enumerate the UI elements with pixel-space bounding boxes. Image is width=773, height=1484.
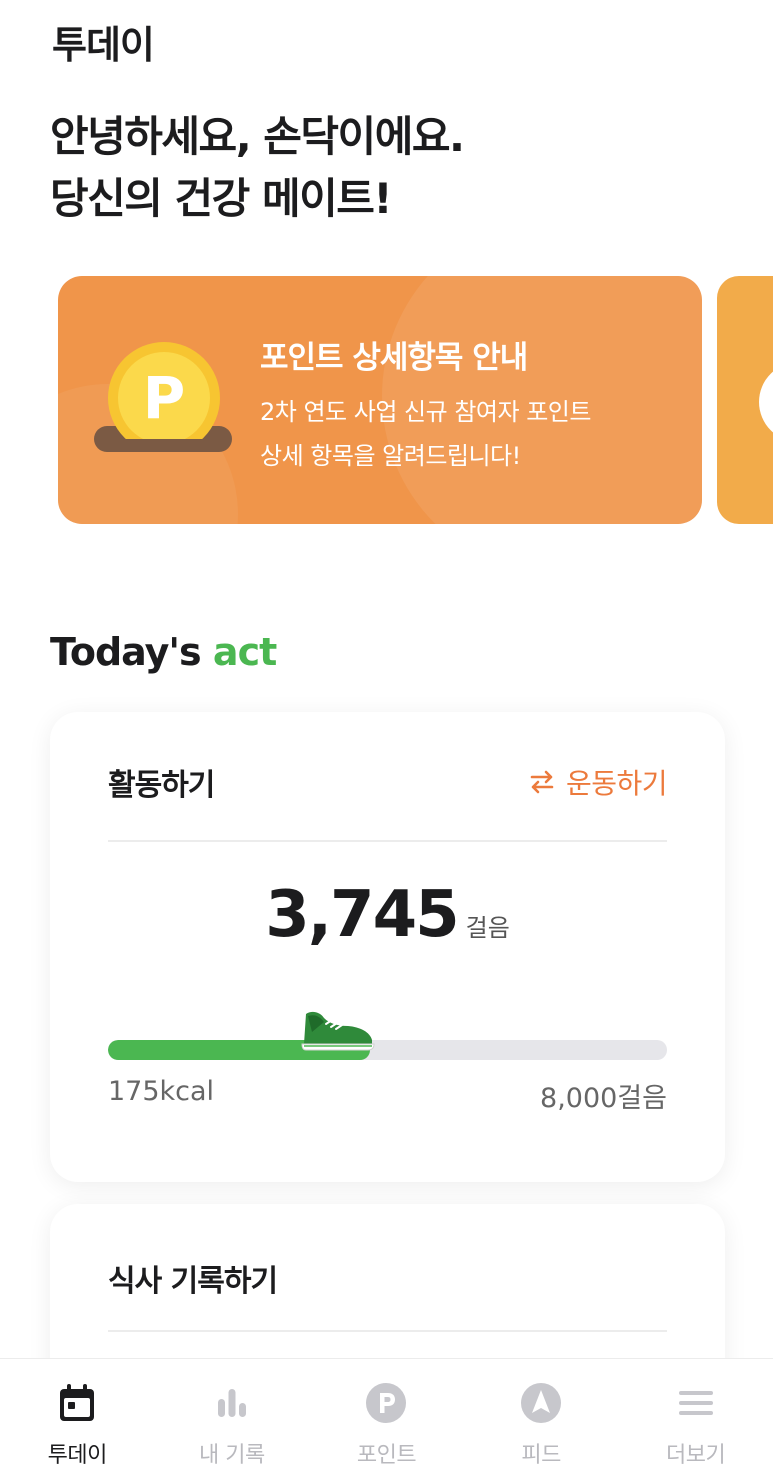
section-title-accent: act <box>212 630 277 674</box>
section-title-main: Today's <box>50 630 202 674</box>
step-count: 3,745 <box>265 878 459 952</box>
banner-desc-line-2: 상세 항목을 알려드립니다! <box>260 442 521 470</box>
activity-title: 활동하기 <box>108 768 215 803</box>
section-title: Today's act <box>50 630 277 674</box>
step-unit: 걸음 <box>465 914 510 942</box>
step-count-row: 3,745 걸음 <box>50 878 725 952</box>
compass-icon <box>521 1383 562 1423</box>
bottom-navigation: 투데이 내 기록 포인트 피드 더보기 <box>0 1358 773 1484</box>
calories-burned: 175kcal <box>108 1076 215 1107</box>
nav-label: 투데이 <box>47 1443 108 1468</box>
activity-card[interactable]: 활동하기 운동하기 3,745 걸음 175kcal 8,000걸음 <box>50 712 725 1182</box>
greeting-line-1: 안녕하세요, 손닥이에요. <box>50 112 465 161</box>
nav-item-my-records[interactable]: 내 기록 <box>155 1359 310 1484</box>
nav-item-points[interactable]: 포인트 <box>309 1359 464 1484</box>
next-banner-peek[interactable] <box>717 276 773 524</box>
greeting: 안녕하세요, 손닥이에요. 당신의 건강 메이트! <box>50 106 465 230</box>
sneaker-icon <box>301 1011 375 1051</box>
divider <box>108 1330 667 1332</box>
nav-item-more[interactable]: 더보기 <box>618 1359 773 1484</box>
banner-title: 포인트 상세항목 안내 <box>260 340 528 376</box>
point-guide-banner[interactable]: P 포인트 상세항목 안내 2차 연도 사업 신규 참여자 포인트 상세 항목을… <box>58 276 702 524</box>
switch-label: 운동하기 <box>565 767 668 800</box>
nav-item-feed[interactable]: 피드 <box>464 1359 619 1484</box>
next-banner-icon <box>759 362 773 442</box>
step-goal: 8,000걸음 <box>540 1083 667 1114</box>
today-screen: 투데이 안녕하세요, 손닥이에요. 당신의 건강 메이트! P 포인트 상세항목… <box>0 0 773 1484</box>
nav-label: 포인트 <box>356 1443 417 1468</box>
step-progress-bar <box>108 1040 667 1060</box>
nav-label: 피드 <box>521 1443 561 1468</box>
calendar-icon <box>60 1384 95 1421</box>
point-coin-icon: P <box>94 342 234 462</box>
point-icon <box>366 1383 407 1423</box>
swap-arrows-icon <box>530 770 554 794</box>
banner-description: 2차 연도 사업 신규 참여자 포인트 상세 항목을 알려드립니다! <box>260 390 591 478</box>
greeting-line-2: 당신의 건강 메이트! <box>50 174 393 223</box>
bar-chart-icon <box>217 1389 246 1417</box>
nav-label: 내 기록 <box>199 1443 265 1468</box>
page-title: 투데이 <box>52 23 155 67</box>
meal-card-title: 식사 기록하기 <box>108 1264 278 1299</box>
nav-item-today[interactable]: 투데이 <box>0 1359 155 1484</box>
switch-to-exercise-button[interactable]: 운동하기 <box>528 762 668 802</box>
menu-icon <box>678 1391 713 1415</box>
divider <box>108 840 667 842</box>
banner-desc-line-1: 2차 연도 사업 신규 참여자 포인트 <box>260 398 591 426</box>
coin-letter: P <box>142 364 186 432</box>
nav-label: 더보기 <box>666 1443 726 1468</box>
